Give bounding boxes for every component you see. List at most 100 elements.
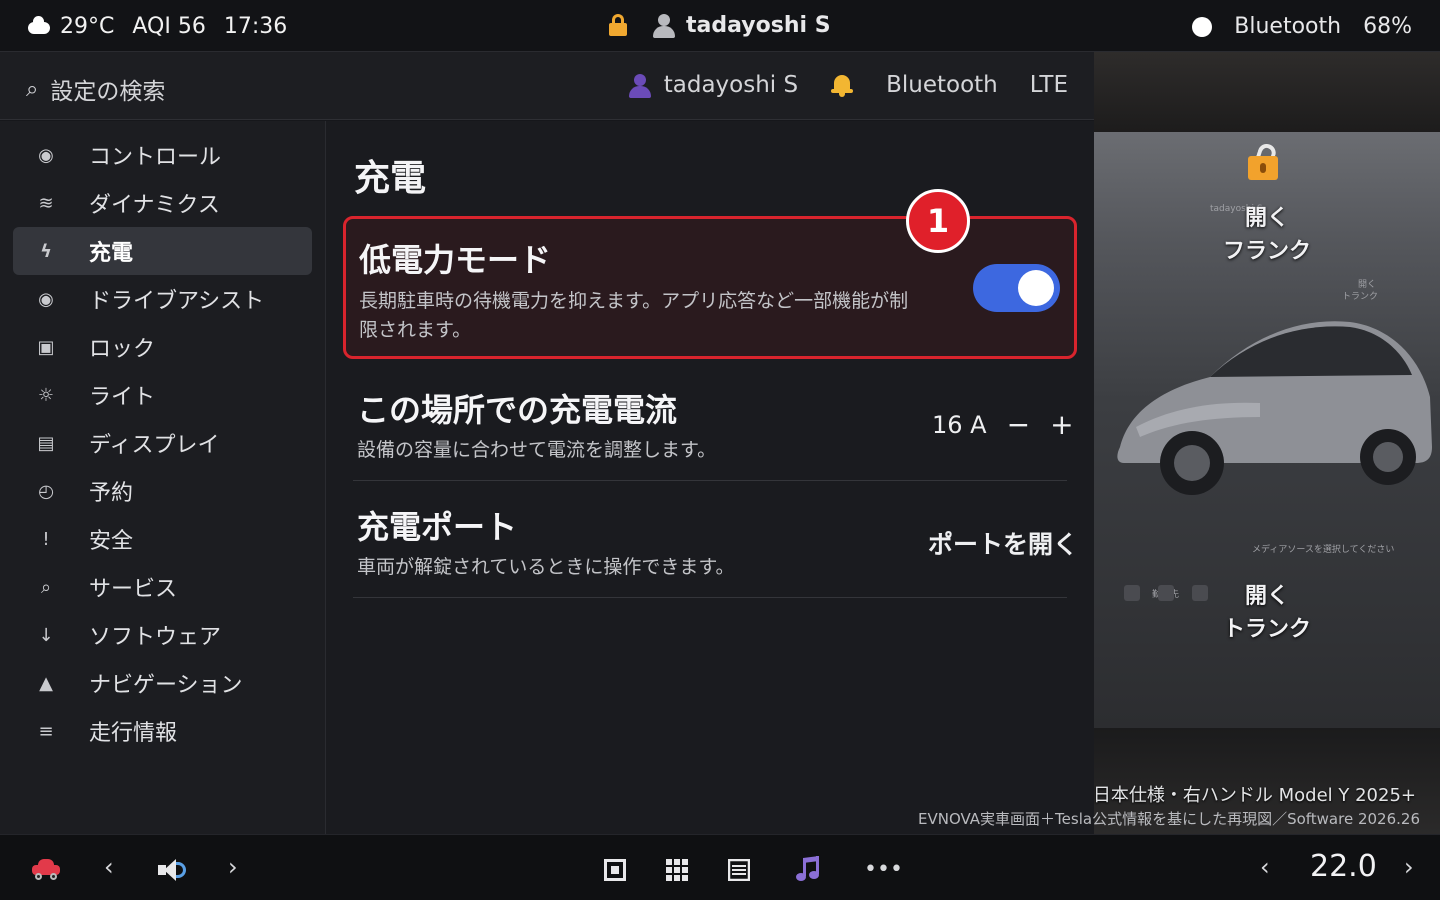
sidebar-item-dynamics[interactable]: ≋ ダイナミクス bbox=[13, 179, 312, 227]
dynamics-icon: ≋ bbox=[38, 192, 54, 214]
settings-main: 充電 低電力モード 長期駐車時の待機電力を抑えます。アプリ応答など一部機能が制 … bbox=[326, 121, 1094, 834]
toggle-knob bbox=[1018, 270, 1054, 306]
temp-down-button[interactable]: ‹ bbox=[1260, 853, 1270, 881]
bluetooth-status[interactable]: Bluetooth bbox=[1234, 14, 1341, 39]
sidebar-item-safety[interactable]: ! 安全 bbox=[13, 515, 312, 563]
sidebar-item-navigation[interactable]: ▲ ナビゲーション bbox=[13, 659, 312, 707]
low-power-toggle[interactable] bbox=[973, 264, 1060, 312]
charging-icon: ϟ bbox=[40, 240, 52, 262]
service-icon: ⌕ bbox=[40, 576, 52, 598]
sidebar-item-label: ロック bbox=[89, 337, 156, 362]
cloud-icon bbox=[28, 15, 50, 34]
settings-sidebar: ◉ コントロール ≋ ダイナミクス ϟ 充電 ◉ ドライブアシスト ▣ ロック ☼ ライト … bbox=[0, 121, 326, 834]
navigation-icon: ▲ bbox=[39, 672, 53, 694]
download-icon: ↓ bbox=[38, 624, 54, 646]
car-visualization-panel: tadayoshi S 開く トランク 開く フランク メディアソースを選択して… bbox=[1094, 52, 1440, 834]
driver-profile[interactable]: tadayoshi S bbox=[652, 12, 831, 38]
car-icon[interactable] bbox=[32, 859, 60, 880]
sidebar-item-label: コントロール bbox=[89, 145, 222, 170]
sidebar-item-label: 充電 bbox=[89, 241, 134, 266]
charge-current-value: 16 A bbox=[932, 410, 987, 439]
volume-prev-button[interactable]: ‹ bbox=[104, 853, 114, 881]
frunk-unlock-icon[interactable] bbox=[1248, 141, 1282, 180]
grid-icon[interactable] bbox=[666, 859, 688, 881]
cabin-temperature: 22.0 bbox=[1310, 849, 1377, 884]
display-icon: ▤ bbox=[37, 432, 55, 454]
sidebar-item-label: 予約 bbox=[89, 481, 134, 506]
alert-icon: ! bbox=[42, 528, 50, 550]
sidebar-item-locks[interactable]: ▣ ロック bbox=[13, 323, 312, 371]
open-port-button[interactable]: ポートを開く bbox=[928, 525, 1078, 561]
clock: 17:36 bbox=[223, 14, 288, 39]
menu-icon: ≡ bbox=[38, 720, 54, 742]
more-apps-button[interactable]: ••• bbox=[864, 857, 903, 882]
controls-icon: ◉ bbox=[38, 144, 54, 166]
open-trunk-label[interactable]: 開く bbox=[1094, 580, 1440, 614]
sidebar-item-label: ダイナミクス bbox=[89, 193, 220, 218]
frunk-label[interactable]: フランク bbox=[1094, 235, 1440, 269]
open-frunk-label[interactable]: 開く bbox=[1094, 202, 1440, 236]
row-divider bbox=[353, 597, 1067, 598]
sidebar-item-label: 安全 bbox=[89, 529, 134, 554]
locks-icon: ▣ bbox=[37, 336, 55, 358]
settings-header: ⌕ 設定の検索 tadayoshi S Bluetooth LTE bbox=[0, 52, 1094, 120]
temp-up-button[interactable]: › bbox=[1404, 853, 1414, 881]
car-silhouette bbox=[1117, 321, 1432, 495]
status-dot-icon bbox=[1192, 16, 1213, 37]
autopilot-icon: ◉ bbox=[38, 288, 54, 310]
row-divider bbox=[353, 480, 1067, 481]
list-icon[interactable] bbox=[727, 858, 751, 882]
charge-current-title: この場所での充電電流 bbox=[357, 391, 678, 429]
sidebar-item-label: ソフトウェア bbox=[89, 625, 222, 650]
sidebar-item-label: サービス bbox=[89, 577, 178, 602]
lights-icon: ☼ bbox=[37, 384, 55, 406]
sidebar-item-controls[interactable]: ◉ コントロール bbox=[13, 131, 312, 179]
trunk-label[interactable]: トランク bbox=[1094, 613, 1440, 647]
sidebar-item-label: ライト bbox=[89, 385, 156, 410]
header-network: LTE bbox=[1029, 72, 1068, 98]
sidebar-item-label: 走行情報 bbox=[89, 721, 178, 746]
sidebar-item-software[interactable]: ↓ ソフトウェア bbox=[13, 611, 312, 659]
status-left: 29°C AQI 56 17:36 bbox=[28, 14, 287, 39]
header-user-name: tadayoshi S bbox=[663, 72, 799, 98]
status-center: tadayoshi S bbox=[608, 12, 831, 38]
sidebar-item-label: ナビゲーション bbox=[89, 673, 243, 698]
sidebar-item-autopilot[interactable]: ◉ ドライブアシスト bbox=[13, 275, 312, 323]
header-right: tadayoshi S Bluetooth LTE bbox=[628, 72, 1068, 98]
increase-current-button[interactable]: + bbox=[1050, 408, 1073, 441]
sidebar-item-display[interactable]: ▤ ディスプレイ bbox=[13, 419, 312, 467]
driver-name: tadayoshi S bbox=[686, 12, 831, 38]
step-badge: 1 bbox=[906, 189, 970, 253]
caption-model: 日本仕様・右ハンドル Model Y 2025+ bbox=[1092, 785, 1416, 806]
sidebar-item-trips[interactable]: ≡ 走行情報 bbox=[13, 707, 312, 755]
decrease-current-button[interactable]: − bbox=[1007, 408, 1030, 441]
speaker-icon[interactable] bbox=[158, 859, 188, 881]
charge-current-control: 16 A − + bbox=[932, 408, 1074, 441]
sidebar-item-lights[interactable]: ☼ ライト bbox=[13, 371, 312, 419]
sidebar-item-schedule[interactable]: ◴ 予約 bbox=[13, 467, 312, 515]
status-bar: 29°C AQI 56 17:36 tadayoshi S Bluetooth … bbox=[0, 0, 1440, 52]
search-icon: ⌕ bbox=[26, 76, 39, 102]
lock-icon[interactable] bbox=[608, 14, 628, 36]
window-icon[interactable] bbox=[604, 859, 626, 881]
page-title: 充電 bbox=[354, 158, 427, 199]
outside-temperature: 29°C bbox=[60, 14, 115, 39]
user-icon bbox=[652, 12, 676, 38]
charge-port-description: 車両が解錠されているときに操作できます。 bbox=[357, 556, 735, 578]
header-profile[interactable]: tadayoshi S bbox=[628, 72, 798, 98]
battery-percent: 68% bbox=[1363, 14, 1412, 39]
bell-icon[interactable] bbox=[830, 73, 854, 97]
header-bluetooth[interactable]: Bluetooth bbox=[886, 72, 998, 98]
search-placeholder[interactable]: 設定の検索 bbox=[50, 72, 165, 106]
status-right: Bluetooth 68% bbox=[1192, 14, 1412, 39]
music-icon[interactable] bbox=[794, 855, 822, 883]
charge-port-title: 充電ポート bbox=[357, 508, 518, 546]
sidebar-item-label: ドライブアシスト bbox=[89, 289, 265, 314]
sidebar-item-service[interactable]: ⌕ サービス bbox=[13, 563, 312, 611]
sidebar-item-charging[interactable]: ϟ 充電 bbox=[13, 227, 312, 275]
bottom-bar: ‹ › ••• ‹ 22.0 › bbox=[0, 834, 1440, 900]
volume-next-button[interactable]: › bbox=[228, 853, 238, 881]
low-power-description-line1: 長期駐車時の待機電力を抑えます。アプリ応答など一部機能が制 bbox=[359, 290, 909, 312]
settings-search[interactable]: ⌕ 設定の検索 bbox=[26, 72, 165, 106]
profile-icon bbox=[628, 72, 652, 98]
